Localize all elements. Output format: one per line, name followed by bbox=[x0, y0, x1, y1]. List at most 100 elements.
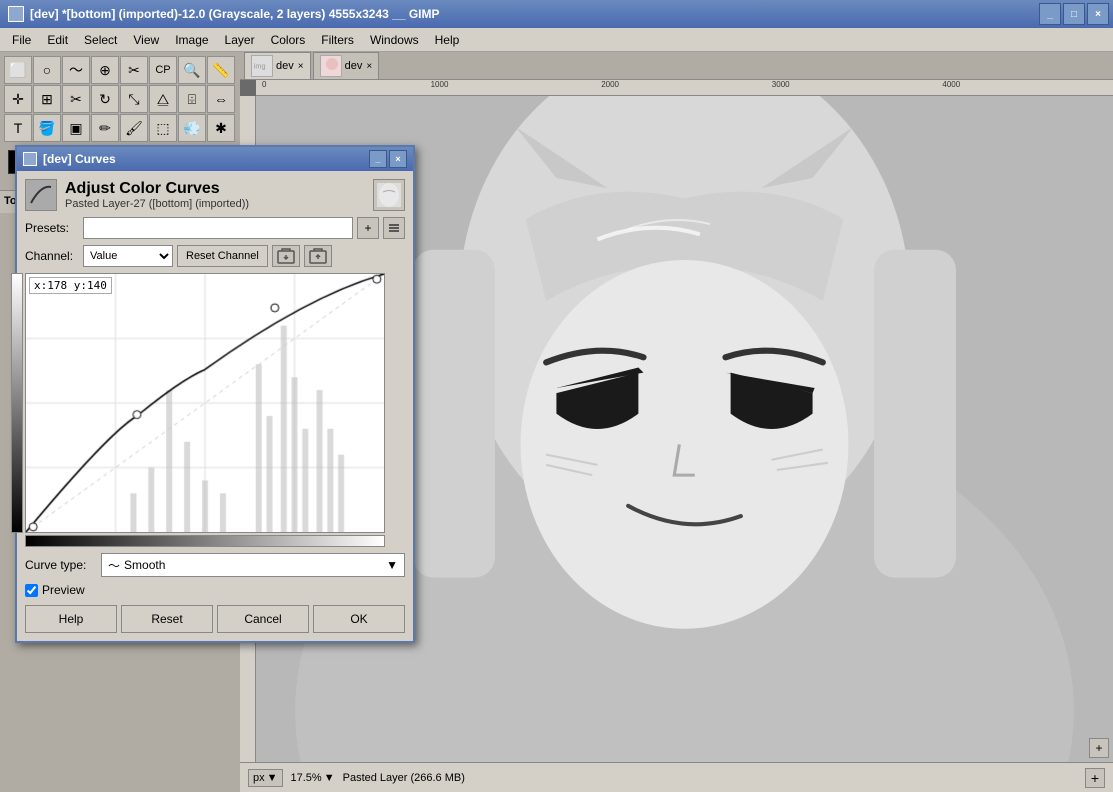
zoom-dropdown-icon[interactable]: ▼ bbox=[324, 772, 335, 784]
tool-flip[interactable]: ⇔ bbox=[207, 85, 235, 113]
unit-selector[interactable]: px ▼ bbox=[248, 769, 283, 787]
menu-layer[interactable]: Layer bbox=[217, 31, 263, 49]
tab-close-2[interactable]: × bbox=[366, 61, 372, 72]
menu-edit[interactable]: Edit bbox=[39, 31, 76, 49]
channel-label: Channel: bbox=[25, 249, 79, 263]
dialog-controls[interactable]: _ × bbox=[369, 150, 407, 168]
presets-label: Presets: bbox=[25, 221, 79, 235]
close-button[interactable]: × bbox=[1087, 3, 1109, 25]
horizontal-gradient-bar bbox=[25, 535, 385, 547]
curves-preset-thumbnail[interactable] bbox=[373, 179, 405, 211]
tool-crop[interactable]: ✂ bbox=[62, 85, 90, 113]
menu-image[interactable]: Image bbox=[167, 31, 216, 49]
tool-eraser[interactable]: ⬚ bbox=[149, 114, 177, 142]
presets-input[interactable] bbox=[83, 217, 353, 239]
tool-heal[interactable]: ✱ bbox=[207, 114, 235, 142]
minimize-button[interactable]: _ bbox=[1039, 3, 1061, 25]
maximize-button[interactable]: □ bbox=[1063, 3, 1085, 25]
curves-graph-canvas[interactable] bbox=[25, 273, 385, 533]
tool-scale[interactable]: ⤡ bbox=[120, 85, 148, 113]
status-bar: px ▼ 17.5% ▼ Pasted Layer (266.6 MB) + bbox=[240, 762, 1113, 792]
image-tab-1[interactable]: img dev × bbox=[244, 52, 311, 79]
preview-checkbox[interactable] bbox=[25, 584, 38, 597]
tool-scissors[interactable]: ✂ bbox=[120, 56, 148, 84]
window-controls[interactable]: _ □ × bbox=[1039, 3, 1109, 25]
menu-colors[interactable]: Colors bbox=[263, 31, 314, 49]
image-tab-2[interactable]: dev × bbox=[313, 52, 380, 79]
tool-align[interactable]: ⊞ bbox=[33, 85, 61, 113]
tool-airbrush[interactable]: 💨 bbox=[178, 114, 206, 142]
tool-blend[interactable]: ▣ bbox=[62, 114, 90, 142]
ruler-top: 0 1000 2000 3000 4000 bbox=[256, 80, 1113, 96]
tool-zoom[interactable]: 🔍 bbox=[178, 56, 206, 84]
ok-button[interactable]: OK bbox=[313, 605, 405, 633]
menu-file[interactable]: File bbox=[4, 31, 39, 49]
presets-menu-btn[interactable] bbox=[383, 217, 405, 239]
zoom-area: 17.5% ▼ bbox=[291, 772, 335, 784]
curve-type-label: Curve type: bbox=[25, 558, 97, 572]
curves-icon bbox=[25, 179, 57, 211]
tool-rotate[interactable]: ↻ bbox=[91, 85, 119, 113]
tool-measure[interactable]: 📏 bbox=[207, 56, 235, 84]
tool-move[interactable]: ✛ bbox=[4, 85, 32, 113]
tool-text[interactable]: T bbox=[4, 114, 32, 142]
scroll-corner[interactable]: + bbox=[1089, 738, 1109, 758]
curves-save-btn[interactable] bbox=[304, 245, 332, 267]
ruler-mark-0: 0 bbox=[262, 80, 266, 89]
tool-perspective[interactable]: ⌹ bbox=[178, 85, 206, 113]
preview-row: Preview bbox=[25, 583, 405, 597]
tools-grid: ⬜ ○ 〜 ⊕ ✂ CP 🔍 📏 ✛ ⊞ ✂ ↻ ⤡ ⧋ ⌹ ⇔ T 🪣 ▣ ✏… bbox=[0, 52, 240, 146]
curves-dialog-titlebar[interactable]: [dev] Curves _ × bbox=[17, 147, 413, 171]
tool-paintbrush[interactable]: 🖌 bbox=[120, 114, 148, 142]
tool-free-select[interactable]: 〜 bbox=[62, 56, 90, 84]
dialog-icon bbox=[23, 152, 37, 166]
reset-button[interactable]: Reset bbox=[121, 605, 213, 633]
ruler-mark-1000: 1000 bbox=[431, 80, 449, 89]
curves-load-btn[interactable] bbox=[272, 245, 300, 267]
title-bar: [dev] *[bottom] (imported)-12.0 (Graysca… bbox=[0, 0, 1113, 28]
curves-main-title: Adjust Color Curves bbox=[65, 180, 373, 198]
tab-label-2: dev bbox=[345, 60, 363, 72]
channel-select[interactable]: Value Red Green Blue bbox=[83, 245, 173, 267]
tool-color-pick[interactable]: CP bbox=[149, 56, 177, 84]
tool-shear[interactable]: ⧋ bbox=[149, 85, 177, 113]
tab-close-1[interactable]: × bbox=[298, 61, 304, 72]
ruler-mark-3000: 3000 bbox=[772, 80, 790, 89]
curves-header: Adjust Color Curves Pasted Layer-27 ([bo… bbox=[25, 179, 405, 211]
tool-rect-select[interactable]: ⬜ bbox=[4, 56, 32, 84]
menu-help[interactable]: Help bbox=[427, 31, 468, 49]
tab-thumb-1: img bbox=[251, 55, 273, 77]
presets-row: Presets: + bbox=[25, 217, 405, 239]
window-title: [dev] *[bottom] (imported)-12.0 (Graysca… bbox=[30, 7, 440, 21]
tool-pencil[interactable]: ✏ bbox=[91, 114, 119, 142]
unit-dropdown-icon[interactable]: ▼ bbox=[267, 772, 278, 784]
reset-channel-button[interactable]: Reset Channel bbox=[177, 245, 268, 267]
expand-icon[interactable]: + bbox=[1085, 768, 1105, 788]
app-icon bbox=[8, 6, 24, 22]
tool-ellipse-select[interactable]: ○ bbox=[33, 56, 61, 84]
svg-text:img: img bbox=[254, 62, 266, 71]
ruler-mark-2000: 2000 bbox=[601, 80, 619, 89]
curves-graph-container: x:178 y:140 bbox=[25, 273, 405, 547]
curves-dialog: [dev] Curves _ × Adjust Color Curves Pas… bbox=[15, 145, 415, 643]
channel-row: Channel: Value Red Green Blue Reset Chan… bbox=[25, 245, 405, 267]
tool-fuzzy-select[interactable]: ⊕ bbox=[91, 56, 119, 84]
dialog-close[interactable]: × bbox=[389, 150, 407, 168]
menu-select[interactable]: Select bbox=[76, 31, 125, 49]
zoom-value: 17.5% bbox=[291, 772, 322, 784]
preview-label[interactable]: Preview bbox=[42, 583, 85, 597]
presets-add-btn[interactable]: + bbox=[357, 217, 379, 239]
dialog-minimize[interactable]: _ bbox=[369, 150, 387, 168]
help-button[interactable]: Help bbox=[25, 605, 117, 633]
layer-info: Pasted Layer (266.6 MB) bbox=[343, 772, 1077, 784]
curve-type-dropdown[interactable]: 〜 Smooth ▼ bbox=[101, 553, 405, 577]
menu-view[interactable]: View bbox=[125, 31, 167, 49]
menu-filters[interactable]: Filters bbox=[313, 31, 362, 49]
cancel-button[interactable]: Cancel bbox=[217, 605, 309, 633]
tool-bucket-fill[interactable]: 🪣 bbox=[33, 114, 61, 142]
dialog-title: [dev] Curves bbox=[43, 152, 116, 166]
tab-thumb-2 bbox=[320, 55, 342, 77]
menu-windows[interactable]: Windows bbox=[362, 31, 427, 49]
graph-wrapper: x:178 y:140 bbox=[25, 273, 405, 533]
unit-value: px bbox=[253, 772, 265, 784]
